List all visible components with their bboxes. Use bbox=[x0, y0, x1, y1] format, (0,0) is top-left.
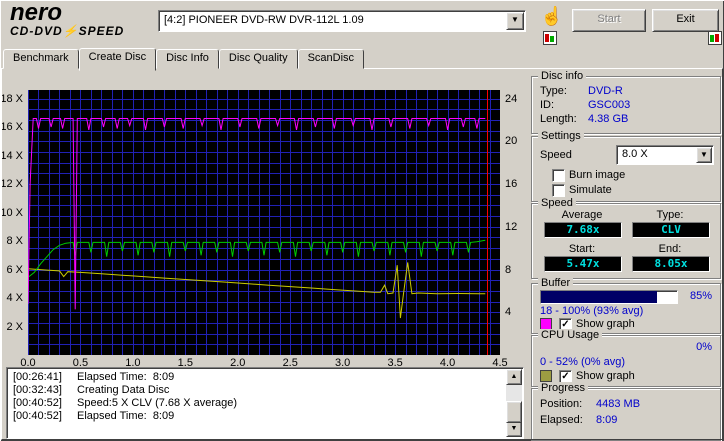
start-button[interactable]: Start bbox=[572, 9, 646, 32]
y-left-tick-label: 10 X bbox=[0, 206, 23, 219]
speed-title: Speed bbox=[538, 197, 576, 209]
exit-button[interactable]: Exit bbox=[652, 9, 719, 32]
position-label: Position: bbox=[540, 398, 583, 410]
chart-plot-svg bbox=[28, 90, 500, 355]
brand-product: CD-DVD⚡SPEED bbox=[10, 24, 125, 38]
y-left-tick-label: 18 X bbox=[0, 92, 23, 105]
log-line: [00:32:43] Creating Data Disc bbox=[13, 384, 170, 396]
burn-image-label: Burn image bbox=[569, 169, 626, 181]
speed-select-arrow-icon[interactable]: ▼ bbox=[696, 147, 712, 163]
tab-disc-quality[interactable]: Disc Quality bbox=[218, 49, 298, 69]
log-panel: [00:26:41] Elapsed Time: 8:09 [00:32:43] Cr… bbox=[6, 367, 524, 439]
y-left-tick-label: 12 X bbox=[0, 178, 23, 191]
y-right-tick-label: 4 bbox=[505, 306, 512, 319]
buffer-range-text: 18 - 100% (93% avg) bbox=[540, 305, 644, 317]
log-line: [00:40:52] Elapsed Time: 8:09 bbox=[13, 410, 175, 422]
cpu-percent: 0% bbox=[696, 341, 712, 353]
chart-plot bbox=[28, 90, 500, 355]
y-right-tick-label: 20 bbox=[505, 135, 518, 148]
drive-selector-arrow-icon[interactable]: ▼ bbox=[506, 12, 524, 30]
y-left-tick-label: 14 X bbox=[0, 149, 23, 162]
end-speed-value: 8.05x bbox=[632, 256, 710, 272]
settings-title: Settings bbox=[538, 130, 584, 142]
speed-select[interactable]: 8.0 X ▼ bbox=[616, 145, 714, 165]
app-window: nero CD-DVD⚡SPEED [4:2] PIONEER DVD-RW D… bbox=[0, 0, 724, 441]
tab-bar: Benchmark Create Disc Disc Info Disc Qualit… bbox=[3, 48, 365, 71]
disc-type-value: DVD-R bbox=[588, 85, 623, 97]
tab-scandisc[interactable]: ScanDisc bbox=[297, 49, 365, 69]
disc-length-value: 4.38 GB bbox=[588, 113, 629, 125]
scroll-down-icon[interactable]: ▼ bbox=[506, 421, 522, 437]
y-left-tick-label: 6 X bbox=[6, 263, 23, 276]
tab-benchmark[interactable]: Benchmark bbox=[3, 49, 79, 69]
hand-cursor-icon[interactable]: ☝ bbox=[540, 6, 564, 30]
cpu-group: CPU Usage 0% 0 - 52% (0% avg) ✓ Show gra… bbox=[531, 329, 721, 387]
cpu-title: CPU Usage bbox=[538, 329, 603, 341]
type-value: CLV bbox=[632, 222, 710, 238]
disc-info-group: Disc info Type: DVD-R ID: GSC003 Length:… bbox=[531, 70, 721, 134]
y-axis-left: 2 X 4 X 6 X 8 X 10 X 12 X 14 X 16 X 18 X bbox=[0, 90, 26, 355]
disc-id-label: ID: bbox=[540, 99, 555, 111]
average-label: Average bbox=[561, 209, 603, 221]
log-line: [00:40:52] Speed:5 X CLV (7.68 X average) bbox=[13, 397, 238, 409]
status-led-icon bbox=[708, 31, 722, 45]
elapsed-label: Elapsed: bbox=[540, 414, 583, 426]
disc-id-value: GSC003 bbox=[588, 99, 631, 111]
simulate-checkbox[interactable] bbox=[552, 184, 565, 197]
end-speed-label: End: bbox=[658, 243, 682, 255]
log-line: [00:26:41] Elapsed Time: 8:09 bbox=[13, 371, 175, 383]
y-right-tick-label: 24 bbox=[505, 92, 518, 105]
buffer-bar bbox=[540, 290, 678, 304]
cpu-graph-swatch bbox=[540, 370, 552, 382]
buffer-title: Buffer bbox=[538, 277, 574, 289]
y-right-tick-label: 8 bbox=[505, 263, 512, 276]
position-value: 4483 MB bbox=[596, 398, 641, 410]
disc-type-label: Type: bbox=[540, 85, 567, 97]
y-right-tick-label: 16 bbox=[505, 178, 518, 191]
brand-name: nero bbox=[10, 0, 63, 26]
buffer-percent: 85% bbox=[689, 290, 712, 302]
y-left-tick-label: 16 X bbox=[0, 121, 23, 134]
simulate-label: Simulate bbox=[569, 184, 612, 196]
buffer-bar-fill bbox=[541, 291, 657, 303]
scroll-up-icon[interactable]: ▲ bbox=[506, 369, 522, 385]
scroll-thumb[interactable] bbox=[506, 401, 522, 423]
burn-image-checkbox[interactable] bbox=[552, 169, 565, 182]
speed-select-value: 8.0 X bbox=[622, 148, 648, 160]
settings-group: Settings Speed 8.0 X ▼ Burn image Simula… bbox=[531, 130, 721, 202]
speed-setting-label: Speed bbox=[540, 149, 572, 161]
type-label: Type: bbox=[656, 209, 684, 221]
drive-selector[interactable]: [4:2] PIONEER DVD-RW DVR-112L 1.09 ▼ bbox=[158, 10, 526, 32]
drive-selector-value: [4:2] PIONEER DVD-RW DVR-112L 1.09 bbox=[164, 14, 364, 26]
progress-group: Progress Position: 4483 MB Elapsed: 8:09 bbox=[531, 382, 721, 441]
cpu-range-text: 0 - 52% (0% avg) bbox=[540, 356, 625, 368]
tab-create-disc[interactable]: Create Disc bbox=[78, 48, 157, 71]
y-left-tick-label: 2 X bbox=[6, 320, 23, 333]
tab-disc-info[interactable]: Disc Info bbox=[156, 49, 219, 69]
average-value: 7.68x bbox=[544, 222, 622, 238]
y-left-tick-label: 8 X bbox=[6, 235, 23, 248]
start-speed-value: 5.47x bbox=[544, 256, 622, 272]
cpu-show-graph-label: Show graph bbox=[576, 370, 635, 382]
log-list: [00:26:41] Elapsed Time: 8:09 [00:32:43] Cr… bbox=[7, 368, 506, 438]
activity-led-icon bbox=[543, 31, 557, 45]
disc-length-label: Length: bbox=[540, 113, 577, 125]
y-left-tick-label: 4 X bbox=[6, 292, 23, 304]
elapsed-value: 8:09 bbox=[596, 414, 618, 426]
disc-info-title: Disc info bbox=[538, 70, 587, 82]
buffer-group: Buffer 85% 18 - 100% (93% avg) ✓ Show gr… bbox=[531, 277, 721, 334]
y-axis-right: 4 8 12 16 20 24 bbox=[503, 90, 527, 355]
log-scrollbar[interactable]: ▲ ▼ bbox=[506, 369, 522, 437]
y-right-tick-label: 12 bbox=[505, 220, 518, 233]
progress-title: Progress bbox=[538, 382, 589, 394]
start-speed-label: Start: bbox=[568, 243, 596, 255]
app-logo: nero CD-DVD⚡SPEED bbox=[10, 0, 150, 39]
speed-group: Speed Average Type: 7.68x CLV Start: End… bbox=[531, 197, 721, 279]
